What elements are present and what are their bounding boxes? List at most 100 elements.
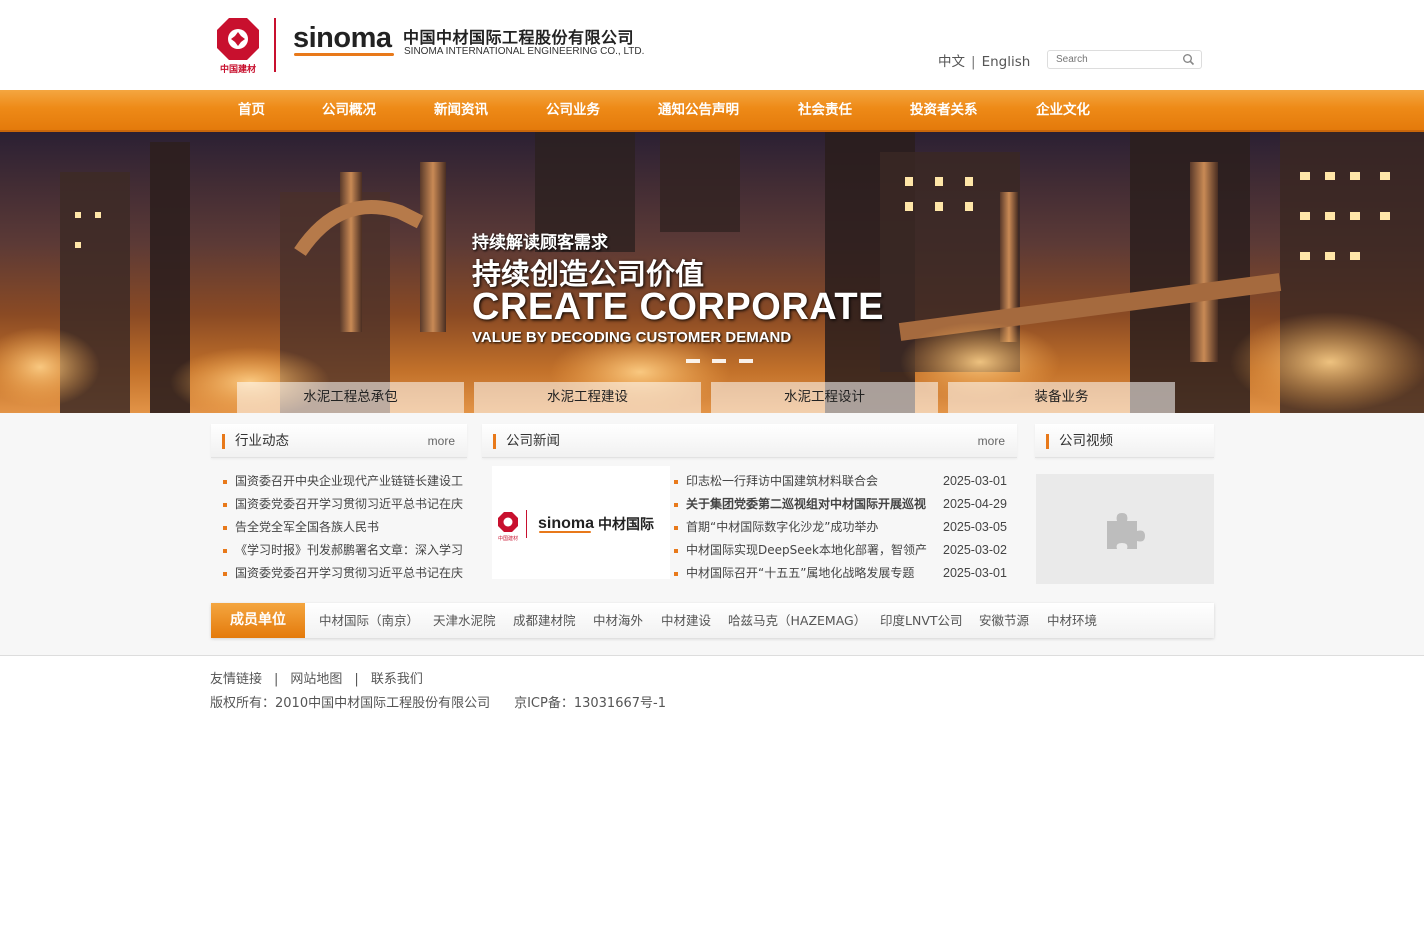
list-item[interactable]: 告全党全军全国各族人民书: [223, 516, 467, 539]
nav-company-overview[interactable]: 公司概况: [322, 90, 376, 130]
business-tab-construction[interactable]: 水泥工程建设: [474, 382, 701, 413]
bullet-icon: [223, 549, 227, 553]
carousel-dot[interactable]: [712, 359, 726, 363]
bullet-icon: [223, 526, 227, 530]
member-link[interactable]: 中材国际（南京）: [319, 603, 419, 638]
company-video-title: 公司视频: [1059, 433, 1113, 449]
carousel-dot[interactable]: [686, 359, 700, 363]
company-news-title: 公司新闻: [506, 433, 560, 449]
copyright-text: 版权所有：2010中国中材国际工程股份有限公司: [210, 696, 491, 711]
list-item-title: 中材国际实现DeepSeek本地化部署，智领产: [686, 543, 927, 557]
bullet-icon: [223, 503, 227, 507]
svg-text:中国建材: 中国建材: [220, 63, 256, 74]
member-link[interactable]: 中材建设: [661, 603, 711, 638]
sitemap-link[interactable]: 网站地图: [290, 672, 342, 687]
bullet-icon: [674, 526, 678, 530]
footer-divider: [0, 655, 1424, 656]
member-link[interactable]: 中材海外: [593, 603, 643, 638]
footer-links: 友情链接 | 网站地图 | 联系我们: [210, 668, 423, 687]
list-item[interactable]: 国资委召开中央企业现代产业链链长建设工: [223, 470, 467, 493]
section-marker: [493, 434, 496, 449]
company-news-more-link[interactable]: more: [978, 424, 1005, 458]
member-link[interactable]: 哈兹马克（HAZEMAG）: [728, 603, 866, 638]
banner-headline-en: CREATE CORPORATE: [472, 286, 884, 328]
svg-text:sinoma: sinoma: [538, 515, 594, 532]
nav-social-responsibility[interactable]: 社会责任: [798, 90, 852, 130]
industrial-plant-image: [0, 132, 1424, 413]
sinoma-logo-swoosh: [294, 53, 394, 56]
nav-business[interactable]: 公司业务: [546, 90, 600, 130]
friend-links-link[interactable]: 友情链接: [210, 672, 262, 687]
bullet-icon: [674, 480, 678, 484]
nav-announcements[interactable]: 通知公告声明: [658, 90, 739, 130]
industry-news-more-link[interactable]: more: [428, 424, 455, 458]
copyright: 版权所有：2010中国中材国际工程股份有限公司 京ICP备：13031667号-1: [210, 692, 666, 711]
company-name-en: SINOMA INTERNATIONAL ENGINEERING CO., LT…: [404, 46, 645, 57]
company-name-cn: 中国中材国际工程股份有限公司: [403, 28, 635, 47]
list-item[interactable]: 国资委党委召开学习贯彻习近平总书记在庆: [223, 562, 467, 585]
list-item-date: 2025-03-01: [943, 474, 1007, 488]
company-news-list: 印志松一行拜访中国建筑材料联合会 2025-03-01 关于集团党委第二巡视组对中…: [674, 470, 1017, 585]
section-marker: [1046, 434, 1049, 449]
list-item-title: 国资委党委召开学习贯彻习近平总书记在庆: [235, 497, 464, 511]
list-item[interactable]: 印志松一行拜访中国建筑材料联合会 2025-03-01: [674, 470, 1017, 493]
member-link[interactable]: 印度LNVT公司: [880, 603, 963, 638]
cnbm-logo[interactable]: 中国建材: [215, 16, 261, 74]
business-tab-equipment[interactable]: 装备业务: [948, 382, 1175, 413]
list-item-title: 印志松一行拜访中国建筑材料联合会: [686, 474, 879, 488]
search-input[interactable]: [1048, 51, 1178, 68]
lang-en-link[interactable]: English: [982, 54, 1031, 70]
bullet-icon: [674, 572, 678, 576]
list-item[interactable]: 《学习时报》刊发郝鹏署名文章：深入学习: [223, 539, 467, 562]
member-link[interactable]: 安徽节源: [979, 603, 1029, 638]
business-tab-design[interactable]: 水泥工程设计: [711, 382, 938, 413]
search-box: [1047, 50, 1202, 69]
list-item[interactable]: 国资委党委召开学习贯彻习近平总书记在庆: [223, 493, 467, 516]
company-news-image[interactable]: 中国建材 sinoma 中材国际: [492, 466, 670, 579]
nav-news[interactable]: 新闻资讯: [434, 90, 488, 130]
plugin-puzzle-icon: [1107, 513, 1145, 549]
hero-banner[interactable]: 持续解读顾客需求 持续创造公司价值 CREATE CORPORATE VALUE…: [0, 132, 1424, 413]
logo-divider: [274, 18, 276, 72]
nav-home[interactable]: 首页: [238, 90, 265, 130]
search-icon[interactable]: [1182, 53, 1195, 66]
industry-news-title: 行业动态: [235, 433, 289, 449]
bullet-icon: [223, 572, 227, 576]
list-item-date: 2025-03-05: [943, 520, 1007, 534]
lang-separator: |: [971, 54, 976, 70]
nav-investor-relations[interactable]: 投资者关系: [910, 90, 978, 130]
bullet-icon: [674, 549, 678, 553]
sinoma-logo-text[interactable]: sinoma: [293, 22, 392, 54]
list-item[interactable]: 中材国际召开“十五五”属地化战略发展专题 2025-03-01: [674, 562, 1017, 585]
section-marker: [222, 434, 225, 449]
list-item-title: 告全党全军全国各族人民书: [235, 520, 380, 534]
sinoma-brand-image: 中国建材 sinoma 中材国际: [498, 510, 654, 542]
company-news-header: 公司新闻 more: [482, 424, 1017, 458]
carousel-dot[interactable]: [739, 359, 753, 363]
list-item[interactable]: 关于集团党委第二巡视组对中材国际开展巡视 2025-04-29: [674, 493, 1017, 516]
list-item-title: 关于集团党委第二巡视组对中材国际开展巡视: [686, 497, 927, 511]
bullet-icon: [223, 480, 227, 484]
footer-link-separator: |: [354, 672, 359, 687]
banner-subline-en: VALUE BY DECODING CUSTOMER DEMAND: [472, 329, 792, 346]
contact-us-link[interactable]: 联系我们: [371, 672, 423, 687]
list-item[interactable]: 首期“中材国际数字化沙龙”成功举办 2025-03-05: [674, 516, 1017, 539]
member-units-label: 成员单位: [211, 603, 305, 638]
lang-cn-link[interactable]: 中文: [938, 54, 965, 70]
member-units-bar: 成员单位 中材国际（南京） 天津水泥院 成都建材院 中材海外 中材建设 哈兹马克…: [211, 603, 1214, 638]
icp-license[interactable]: 京ICP备：13031667号-1: [514, 696, 666, 711]
business-tab-epc[interactable]: 水泥工程总承包: [237, 382, 464, 413]
nav-corporate-culture[interactable]: 企业文化: [1036, 90, 1090, 130]
video-player-placeholder[interactable]: [1036, 474, 1214, 584]
list-item-title: 国资委召开中央企业现代产业链链长建设工: [235, 474, 464, 488]
member-link[interactable]: 成都建材院: [513, 603, 576, 638]
language-switch: 中文 | English: [938, 50, 1030, 70]
svg-text:中材国际: 中材国际: [598, 516, 654, 533]
banner-headline-1: 持续解读顾客需求: [472, 233, 608, 253]
list-item[interactable]: 中材国际实现DeepSeek本地化部署，智领产 2025-03-02: [674, 539, 1017, 562]
member-link[interactable]: 中材环境: [1047, 603, 1097, 638]
member-link[interactable]: 天津水泥院: [433, 603, 496, 638]
svg-text:中国建材: 中国建材: [498, 535, 518, 542]
industry-news-header: 行业动态 more: [211, 424, 467, 458]
list-item-date: 2025-04-29: [943, 497, 1007, 511]
